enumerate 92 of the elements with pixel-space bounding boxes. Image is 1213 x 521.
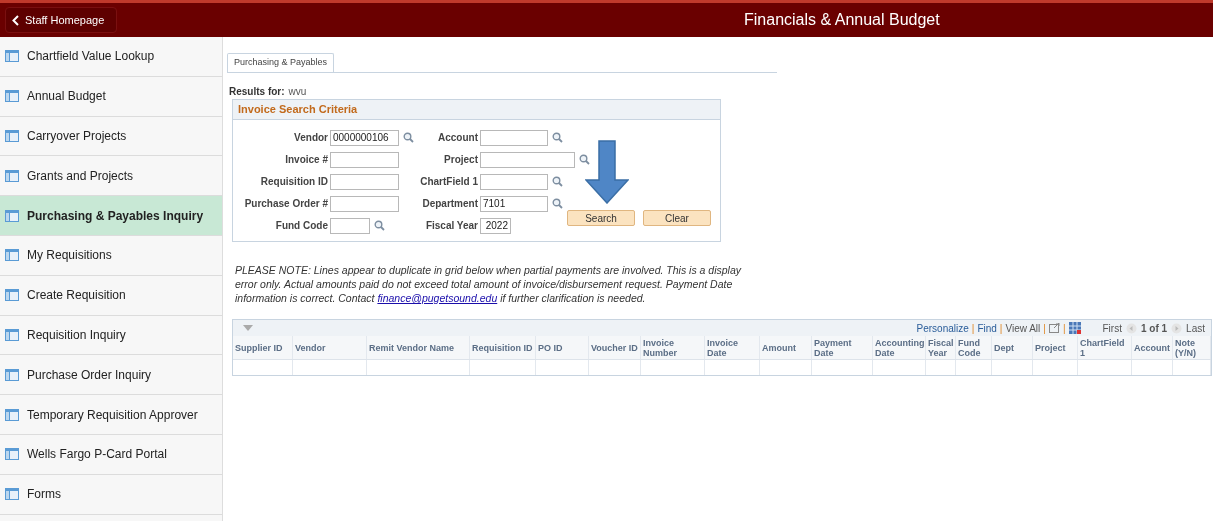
sidebar-item[interactable]: Wells Fargo P-Card Portal: [0, 434, 222, 475]
input-field[interactable]: [330, 151, 399, 168]
table-icon: [5, 448, 19, 461]
column-header[interactable]: Invoice Number: [641, 336, 705, 359]
column-header[interactable]: Accounting Date: [873, 336, 926, 359]
table-icon: [5, 209, 19, 222]
input-field[interactable]: 2022: [480, 217, 511, 234]
pager-first[interactable]: First: [1102, 320, 1122, 336]
separator: |: [971, 321, 975, 336]
input-field[interactable]: [330, 217, 370, 234]
collapse-icon[interactable]: [243, 325, 253, 331]
chevron-left-icon: [12, 14, 19, 26]
column-header[interactable]: ChartField 1: [1078, 336, 1132, 359]
search-icon[interactable]: [552, 132, 563, 143]
search-icon[interactable]: [403, 132, 414, 143]
sidebar-item[interactable]: Carryover Projects: [0, 116, 222, 157]
column-header[interactable]: Vendor: [293, 336, 367, 359]
search-icon[interactable]: [552, 198, 563, 209]
separator: |: [999, 321, 1003, 336]
field-label: Requisition ID: [259, 175, 329, 188]
column-header[interactable]: Supplier ID: [233, 336, 293, 359]
down-arrow-drawing: [585, 140, 629, 204]
column-header[interactable]: PO ID: [536, 336, 589, 359]
input-field[interactable]: [480, 151, 575, 168]
column-header[interactable]: Note (Y/N): [1173, 336, 1211, 359]
input-field[interactable]: [330, 195, 399, 212]
field-label: Project: [443, 153, 479, 166]
column-header[interactable]: Requisition ID: [470, 336, 536, 359]
tab[interactable]: Purchasing & Payables: [227, 53, 335, 72]
table-icon: [5, 50, 19, 63]
field-label: ChartField 1: [419, 175, 479, 188]
notice-text: PLEASE NOTE: Lines appear to duplicate in grid below when partial payments are involved. This is a display error only. Actual amounts paid do not exceed total amount of invoice/disbursement request. Payment Date information is correct. Contact finance@pugetsound.edu if further clarification is needed.: [235, 263, 743, 305]
sidebar-item[interactable]: Requisition Inquiry: [0, 315, 222, 356]
page-title: Financials & Annual Budget: [744, 10, 940, 30]
input-field[interactable]: [330, 173, 399, 190]
sidebar-item[interactable]: Create Requisition: [0, 275, 222, 316]
field-label: Invoice #: [284, 153, 329, 166]
table-icon: [5, 90, 19, 103]
separator: |: [1043, 321, 1046, 336]
table-icon: [5, 289, 19, 302]
table-icon: [5, 488, 19, 501]
back-button[interactable]: Staff Homepage: [5, 7, 117, 33]
sidebar-item[interactable]: Temporary Requisition Approver: [0, 395, 222, 435]
button[interactable]: Clear: [643, 210, 711, 226]
toolbar-link[interactable]: View All: [1005, 320, 1041, 336]
spreadsheet-icon[interactable]: [1068, 322, 1081, 334]
table-icon: [5, 368, 19, 381]
column-header[interactable]: Fiscal Year: [926, 336, 956, 359]
sidebar-item[interactable]: Forms: [0, 474, 222, 515]
column-header[interactable]: Payment Date: [812, 336, 873, 359]
toolbar-link[interactable]: Find: [977, 320, 997, 336]
pager-position: 1 of 1: [1140, 321, 1168, 336]
input-field[interactable]: 0000000106: [330, 129, 399, 146]
pager-last[interactable]: Last: [1186, 320, 1205, 336]
column-header[interactable]: Amount: [760, 336, 812, 359]
column-header[interactable]: Invoice Date: [705, 336, 760, 359]
sidebar-item[interactable]: Purchase Order Inquiry: [0, 355, 222, 396]
new-window-icon[interactable]: [1048, 323, 1060, 333]
button[interactable]: Search: [567, 210, 635, 226]
sidebar-item[interactable]: Chartfield Value Lookup: [0, 37, 222, 77]
input-field[interactable]: [480, 129, 548, 146]
column-header[interactable]: Account: [1132, 336, 1173, 359]
field-label: Department: [421, 197, 479, 210]
field-label: Purchase Order #: [243, 197, 329, 210]
sidebar-item[interactable]: Annual Budget: [0, 76, 222, 117]
input-field[interactable]: [480, 173, 548, 190]
panel-title: Invoice Search Criteria: [233, 100, 720, 120]
column-header[interactable]: Project: [1033, 336, 1078, 359]
toolbar-link[interactable]: Personalize: [916, 320, 969, 336]
table-icon: [5, 130, 19, 142]
sidebar-item[interactable]: My Requisitions: [0, 236, 222, 276]
table-icon: [5, 169, 19, 182]
email-link[interactable]: finance@pugetsound.edu: [377, 292, 498, 304]
input-field[interactable]: 7101: [480, 195, 548, 212]
search-icon[interactable]: [552, 176, 563, 187]
column-header[interactable]: Dept: [992, 336, 1033, 359]
column-header[interactable]: Voucher ID: [589, 336, 641, 359]
field-label: Fiscal Year: [424, 219, 479, 232]
column-header[interactable]: Remit Vendor Name: [367, 336, 470, 359]
table-icon: [5, 408, 19, 421]
field-label: Vendor: [293, 131, 329, 144]
separator: |: [1062, 321, 1066, 336]
table-icon: [5, 328, 19, 341]
table-icon: [5, 249, 19, 262]
results-value: wvu: [288, 85, 307, 99]
column-header[interactable]: Fund Code: [956, 336, 992, 359]
field-label: Account: [437, 131, 479, 144]
search-icon[interactable]: [374, 220, 385, 231]
results-label: Results for:: [229, 85, 285, 99]
field-label: Fund Code: [274, 219, 329, 232]
search-icon[interactable]: [579, 154, 590, 165]
sidebar-item[interactable]: Purchasing & Payables Inquiry: [0, 196, 222, 236]
